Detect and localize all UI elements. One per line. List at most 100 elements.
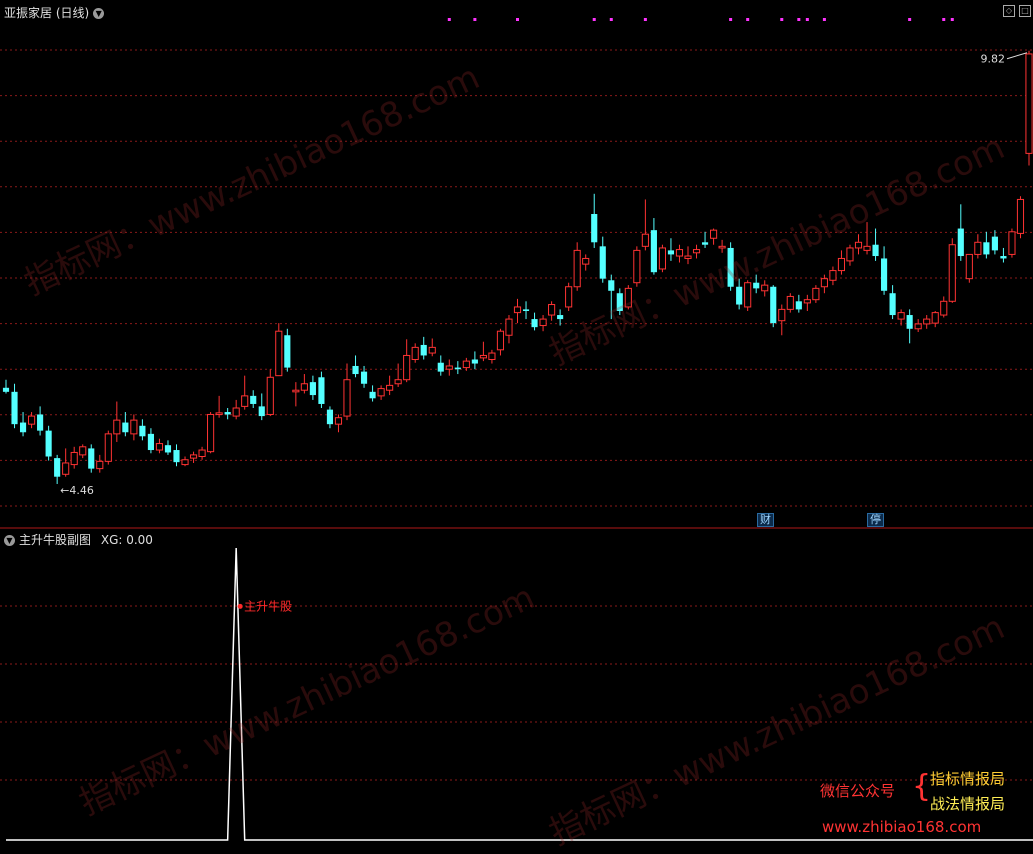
candle-body-up [854, 241, 863, 249]
signal-dot [729, 18, 733, 21]
signal-dot [473, 18, 477, 21]
promo-account-2: 战法情报局 [930, 795, 1006, 813]
candle-body-down [309, 382, 316, 396]
candle-body-up [803, 299, 811, 304]
candle-body-up [761, 284, 769, 292]
candle-body-up [624, 287, 632, 308]
candle-body-up [658, 247, 666, 270]
candle-body-up [923, 318, 931, 325]
candle-body-down [531, 319, 538, 328]
candle-body-up [300, 383, 308, 391]
candle-body-down [591, 214, 598, 243]
candle-body-up [1025, 53, 1033, 154]
candle-body-up [974, 241, 982, 255]
candle-body-up [692, 249, 701, 254]
candle-body-down [770, 286, 777, 324]
candle-body-down [147, 433, 154, 451]
candle-body-up [155, 443, 164, 451]
candle-body-down [1000, 256, 1007, 259]
candle-body-down [608, 280, 615, 291]
candle-body-down [326, 409, 334, 425]
candle-body-down [727, 247, 734, 287]
diamond-icon[interactable]: ◇ [1003, 5, 1015, 17]
candle-body-up [548, 304, 556, 316]
candle-body-up [241, 395, 249, 407]
promo-account-1: 指标情报局 [930, 770, 1006, 788]
sub-dropdown-icon[interactable]: ▼ [4, 535, 15, 546]
candle-body-up [940, 300, 948, 316]
signal-dot [950, 18, 954, 21]
candle-body-up [641, 233, 649, 247]
main-chart-header: 亚振家居 (日线) ▼ [4, 4, 105, 21]
candle-body-up [505, 318, 513, 336]
candle-body-down [616, 293, 623, 311]
candle-body-up [96, 460, 104, 470]
finance-marker[interactable]: 财 [757, 513, 774, 527]
candle-body-up [70, 451, 78, 466]
candle-body-up [403, 354, 411, 381]
candle-body-down [19, 422, 27, 433]
signal-dot [447, 18, 451, 21]
signal-dot [822, 18, 826, 21]
promo-site: www.zhibiao168.com [822, 818, 982, 836]
candle-body-up [931, 312, 939, 324]
candle-body-down [122, 422, 129, 433]
candle-body-up [113, 419, 121, 435]
candle-body-down [957, 228, 964, 257]
candle-body-down [557, 315, 564, 320]
signal-dot [746, 18, 750, 21]
candle-body-up [428, 346, 436, 354]
candle-body-down [258, 406, 265, 417]
signal-dot [592, 18, 596, 21]
candle-body-down [224, 412, 231, 415]
candle-body-up [292, 389, 300, 393]
candle-body-up [343, 379, 351, 417]
candle-body-up [496, 330, 505, 351]
candle-body-up [28, 415, 36, 425]
candle-body-down [650, 230, 657, 273]
candle-body-up [62, 462, 70, 475]
candle-body-up [684, 255, 692, 259]
candle-body-down [369, 391, 376, 399]
chart-title: 亚振家居 (日线) [4, 6, 90, 20]
maximize-icon[interactable]: □ [1019, 5, 1031, 17]
chart-canvas[interactable]: 9.82 ←4.46 主升牛股 [0, 0, 1033, 844]
candle-body-down [250, 395, 257, 404]
candle-body-down [983, 242, 990, 255]
high-pointer [1006, 52, 1028, 60]
candle-body-up [386, 384, 394, 391]
candle-body-up [837, 257, 846, 272]
candle-body-down [889, 293, 896, 316]
halt-marker[interactable]: 停 [867, 513, 884, 527]
signal-dot [516, 18, 519, 21]
candle-body-up [232, 407, 240, 417]
candle-body-up [198, 449, 206, 457]
candle-body-down [753, 282, 760, 289]
candle-body-up [513, 306, 522, 314]
signal-dot [780, 18, 784, 21]
candle-body-up [914, 323, 922, 330]
signal-dot [942, 18, 946, 21]
candle-body-up [786, 295, 794, 310]
candle-body-up [718, 245, 726, 249]
candle-body-down [360, 371, 368, 384]
candle-body-up [130, 419, 138, 435]
title-dropdown-icon[interactable]: ▼ [93, 8, 105, 19]
candle-body-up [181, 459, 189, 466]
candle-body-down [454, 367, 461, 370]
signal-dot [908, 18, 912, 21]
candle-body-down [701, 242, 709, 245]
candle-body-up [633, 249, 641, 284]
sub-indicator-value: XG: 0.00 [100, 533, 153, 547]
candle-body-down [736, 286, 743, 305]
sub-chart-header: ▼ 主升牛股副图 XG: 0.00 [4, 531, 153, 548]
candle-body-up [334, 417, 343, 425]
candle-body-up [411, 346, 419, 360]
candle-body-down [881, 258, 888, 291]
candle-body-up [266, 376, 274, 415]
candle-body-down [991, 236, 998, 251]
candle-body-down [667, 250, 675, 255]
candle-body-down [522, 309, 530, 311]
candle-body-down [318, 377, 325, 404]
candle-body-up [539, 318, 547, 327]
